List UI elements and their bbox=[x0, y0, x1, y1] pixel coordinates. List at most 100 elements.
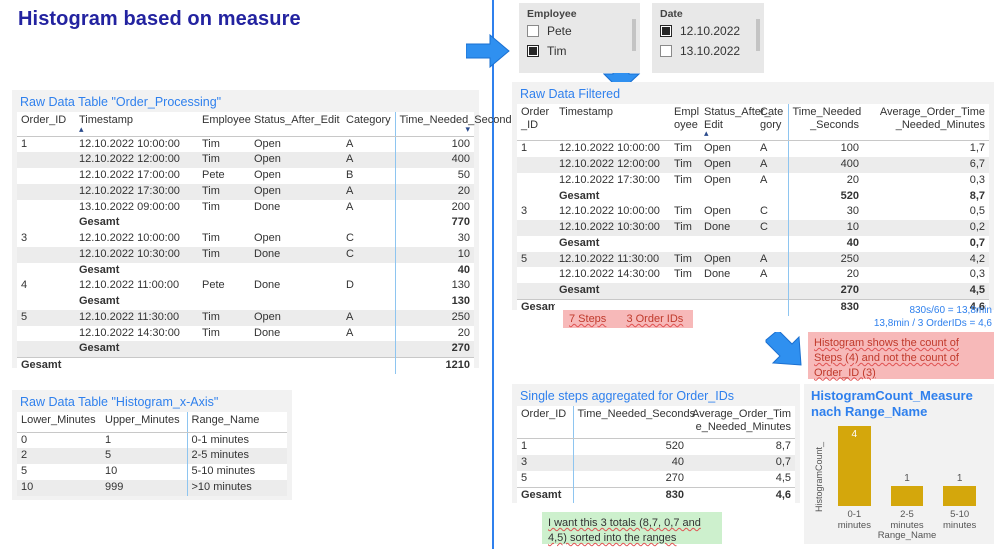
table-row[interactable]: 3 12.10.2022 10:00:00 Tim Open C 30 bbox=[17, 231, 474, 247]
filtered-table[interactable]: Order _ID Timestamp Empl oyee Status_After_ Ed… bbox=[517, 104, 989, 316]
table-row[interactable]: Gesamt 1210 bbox=[17, 357, 474, 374]
column-header[interactable]: Time_Needed_Seconds bbox=[787, 104, 863, 142]
table-row[interactable]: 12.10.2022 14:30:00 Tim Done A 20 bbox=[17, 325, 474, 342]
table-cell: 12.10.2022 17:00:00 bbox=[75, 168, 198, 184]
table-cell: 0,7 bbox=[863, 235, 989, 252]
table-row[interactable]: Gesamt 270 bbox=[17, 341, 474, 358]
calc-note-line1: 830s/60 = 13,8min bbox=[909, 305, 992, 316]
table-row[interactable]: 12.10.2022 10:30:00 Tim Done C 10 0,2 bbox=[517, 220, 989, 236]
table-cell: Gesamt bbox=[75, 262, 198, 279]
table-row[interactable]: 4 12.10.2022 11:00:00 Pete Done D 130 bbox=[17, 278, 474, 295]
table-row[interactable]: 12.10.2022 12:00:00 Tim Open A 400 bbox=[17, 152, 474, 169]
table-row[interactable]: Gesamt 40 bbox=[17, 262, 474, 279]
slicer-item-pete[interactable]: Pete bbox=[527, 24, 634, 38]
aggregated-table[interactable]: Order_ID Time_Needed_Seconds Average_Order… bbox=[517, 406, 795, 504]
column-header[interactable]: Order_ID bbox=[517, 406, 573, 440]
column-header[interactable]: Time_Needed_Seconds bbox=[394, 112, 517, 137]
table-row[interactable]: 3 40 0,7 bbox=[517, 455, 795, 471]
table-cell: 30 bbox=[394, 231, 474, 247]
slicer-date-title: Date bbox=[660, 8, 683, 20]
table-row[interactable]: Gesamt 40 0,7 bbox=[517, 235, 989, 252]
column-header[interactable]: Status_After_Edit bbox=[250, 112, 342, 137]
xaxis-table-body[interactable]: 0 1 0-1 minutes 2 5 2-5 minutes 5 10 5-10 minute… bbox=[17, 432, 287, 496]
table-row[interactable]: 12.10.2022 12:00:00 Tim Open A 400 6,7 bbox=[517, 157, 989, 173]
chart-title: HistogramCount_Measure nach Range_Name bbox=[811, 388, 973, 419]
chart-category-labels: 0-1 minutes 2-5 minutes 5-10 minutes bbox=[828, 508, 986, 532]
column-header[interactable]: Time_Needed_Seconds bbox=[572, 406, 695, 440]
column-header[interactable]: Average_Order_Time_Needed_Minutes bbox=[863, 104, 989, 142]
slicer-item-date-13[interactable]: 13.10.2022 bbox=[660, 44, 758, 58]
table-cell: 10 bbox=[17, 479, 101, 496]
column-header[interactable]: Category bbox=[756, 104, 788, 142]
table-row[interactable]: Gesamt 130 bbox=[17, 294, 474, 310]
slicer-date[interactable]: Date 12.10.2022 13.10.2022 bbox=[652, 3, 764, 73]
table-row[interactable]: 12.10.2022 17:00:00 Pete Open B 50 bbox=[17, 168, 474, 184]
table-row[interactable]: 12.10.2022 17:30:00 Tim Open A 20 0,3 bbox=[517, 172, 989, 189]
table-cell: Gesamt bbox=[17, 357, 75, 374]
column-header[interactable]: Range_Name bbox=[186, 412, 287, 433]
table-row[interactable]: Gesamt 270 4,5 bbox=[517, 283, 989, 300]
column-header[interactable]: Upper_Minutes bbox=[101, 412, 187, 433]
table-cell: 1 bbox=[101, 432, 187, 449]
xaxis-table[interactable]: Lower_Minutes Upper_Minutes Range_Name 010… bbox=[17, 412, 287, 496]
table-row[interactable]: 12.10.2022 14:30:00 Tim Done A 20 0,3 bbox=[517, 267, 989, 284]
checkbox-date-12[interactable] bbox=[660, 25, 672, 37]
raw-data-table-body[interactable]: 1 12.10.2022 10:00:00 Tim Open A 100 12.10.202… bbox=[17, 136, 474, 374]
histogram-chart-card[interactable]: HistogramCount_Measure nach Range_Name H… bbox=[804, 384, 994, 544]
table-row[interactable]: 0 1 0-1 minutes bbox=[17, 432, 287, 449]
table-row[interactable]: 5 270 4,5 bbox=[517, 470, 795, 488]
table-row[interactable]: 12.10.2022 10:30:00 Tim Done C 10 bbox=[17, 246, 474, 263]
slicer-item-tim[interactable]: Tim bbox=[527, 44, 634, 58]
column-header[interactable]: Lower_Minutes bbox=[17, 412, 101, 433]
raw-data-table[interactable]: Order_IDTimestampEmployeeStatus_After_Ed… bbox=[17, 112, 517, 374]
checkbox-pete[interactable] bbox=[527, 25, 539, 37]
table-row[interactable]: 2 5 2-5 minutes bbox=[17, 448, 287, 465]
slicer-employee[interactable]: Employee Pete Tim bbox=[519, 3, 640, 73]
table-cell bbox=[250, 215, 342, 232]
aggregated-table-title: Single steps aggregated for Order_IDs bbox=[520, 389, 735, 403]
chart-bar[interactable] bbox=[890, 486, 924, 506]
table-row[interactable]: 1 520 8,7 bbox=[517, 438, 795, 456]
table-cell: 1 bbox=[517, 140, 555, 158]
column-header[interactable]: Status_After_Edit bbox=[700, 104, 771, 142]
column-header[interactable]: Category bbox=[342, 112, 395, 137]
column-header[interactable]: Employee bbox=[198, 112, 251, 137]
checkbox-date-13[interactable] bbox=[660, 45, 672, 57]
table-cell: 0,2 bbox=[863, 220, 989, 236]
callout-steps-orders: 7 Steps 3 Order IDs bbox=[563, 310, 693, 328]
slicer-date-scrollbar[interactable] bbox=[756, 19, 760, 51]
aggregated-table-body[interactable]: 1 520 8,7 3 40 0,7 5 270 4,5 Gesamt 830 4,6 bbox=[517, 438, 795, 504]
filtered-table-body[interactable]: 1 12.10.2022 10:00:00 Tim Open A 100 1,7 12.10.… bbox=[517, 140, 989, 316]
table-row[interactable]: 12.10.2022 17:30:00 Tim Open A 20 bbox=[17, 183, 474, 200]
table-cell: Gesamt bbox=[75, 341, 198, 358]
table-cell: 130 bbox=[394, 294, 474, 310]
table-cell: 0,3 bbox=[863, 267, 989, 284]
checkbox-tim[interactable] bbox=[527, 45, 539, 57]
table-cell bbox=[517, 235, 555, 252]
table-cell bbox=[198, 294, 250, 310]
column-header[interactable]: Order_ID bbox=[17, 112, 75, 137]
slicer-item-date-12[interactable]: 12.10.2022 bbox=[660, 24, 758, 38]
slicer-employee-scrollbar[interactable] bbox=[632, 19, 636, 51]
slicer-item-pete-label: Pete bbox=[547, 24, 572, 38]
chart-bar[interactable] bbox=[943, 486, 976, 506]
table-row[interactable]: 5 12.10.2022 11:30:00 Tim Open A 250 bbox=[17, 309, 474, 326]
table-row[interactable]: 3 12.10.2022 10:00:00 Tim Open C 30 0,5 bbox=[517, 204, 989, 221]
table-row[interactable]: 1 12.10.2022 10:00:00 Tim Open A 100 bbox=[17, 136, 474, 153]
column-header[interactable]: Timestamp bbox=[75, 112, 198, 137]
table-row[interactable]: 1 12.10.2022 10:00:00 Tim Open A 100 1,7 bbox=[517, 140, 989, 158]
column-header[interactable]: Employee bbox=[670, 104, 700, 142]
table-row[interactable]: 13.10.2022 09:00:00 Tim Done A 200 bbox=[17, 199, 474, 216]
table-row[interactable]: Gesamt 520 8,7 bbox=[517, 188, 989, 205]
column-header[interactable]: Average_Order_Time_Needed_Minutes bbox=[688, 406, 795, 440]
table-row[interactable]: 5 12.10.2022 11:30:00 Tim Open A 250 4,2 bbox=[517, 251, 989, 268]
table-row[interactable]: Gesamt 770 bbox=[17, 215, 474, 232]
table-cell: 0,5 bbox=[863, 204, 989, 221]
table-row[interactable]: Gesamt8304,6 bbox=[517, 486, 795, 504]
table-row[interactable]: 10 999 >10 minutes bbox=[17, 479, 287, 496]
column-header[interactable]: Order_ID bbox=[517, 104, 555, 142]
table-cell: Open bbox=[700, 172, 756, 189]
table-row[interactable]: 5 10 5-10 minutes bbox=[17, 464, 287, 480]
table-cell bbox=[250, 341, 342, 358]
column-header[interactable]: Timestamp bbox=[555, 104, 670, 142]
